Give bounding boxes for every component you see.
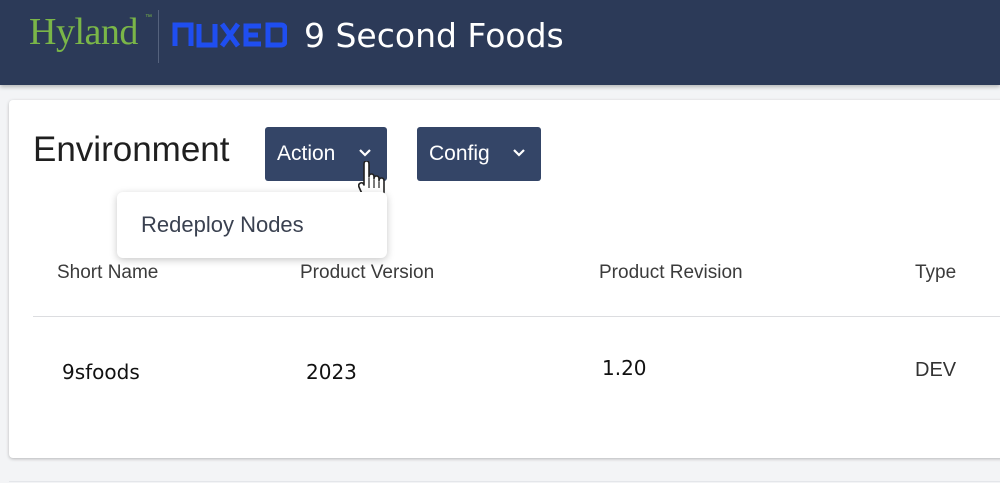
app-header: Hyland ™ 9 Second Foods (0, 0, 1000, 85)
cell-type: DEV (915, 359, 957, 381)
config-dropdown-button[interactable]: Config (417, 127, 541, 181)
cell-short-name: 9sfoods (62, 360, 140, 384)
cell-product-version: 2023 (306, 360, 357, 384)
app-title: 9 Second Foods (304, 16, 564, 55)
header-divider (33, 316, 1000, 317)
chevron-down-icon (359, 149, 371, 157)
cell-product-revision: 1.20 (602, 356, 647, 380)
column-header-product-revision: Product Revision (599, 262, 743, 283)
chevron-down-icon (513, 149, 525, 157)
logo-divider (158, 10, 159, 63)
column-header-product-version: Product Version (300, 262, 435, 283)
column-header-type: Type (915, 262, 957, 283)
trademark-mark: ™ (145, 14, 152, 21)
action-button-label: Action (277, 142, 336, 165)
config-button-label: Config (429, 142, 490, 165)
page-title: Environment (33, 130, 230, 169)
environment-card: Environment Action Config Redeploy Nodes… (9, 100, 1000, 458)
page-divider (9, 481, 1000, 482)
action-menu: Redeploy Nodes (117, 192, 387, 258)
nuxeo-logo (172, 22, 287, 48)
menu-item-redeploy-nodes[interactable]: Redeploy Nodes (141, 212, 304, 238)
hyland-logo: Hyland (29, 11, 138, 53)
column-header-short-name: Short Name (57, 262, 159, 283)
